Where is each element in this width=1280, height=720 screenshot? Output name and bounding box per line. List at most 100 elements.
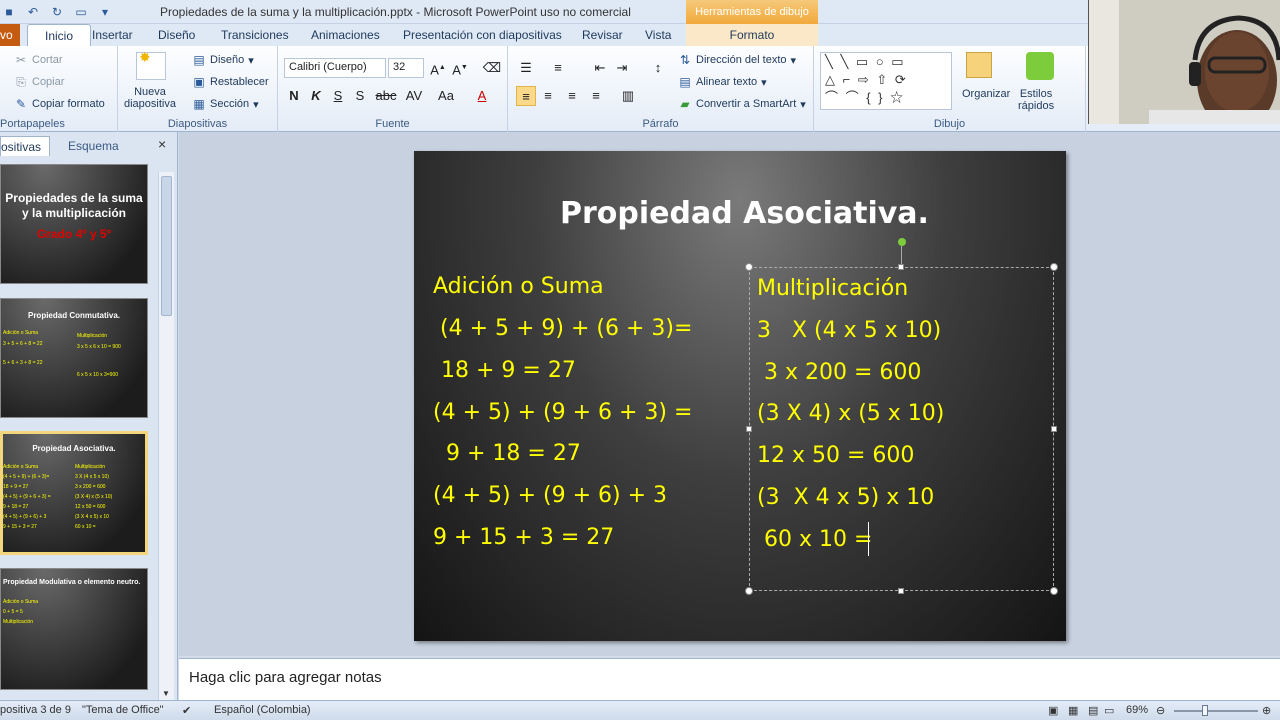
arrange-button[interactable]: Organizar bbox=[962, 88, 1010, 100]
tab-vista[interactable]: Vista bbox=[645, 28, 671, 42]
tab-diseno[interactable]: Diseño bbox=[158, 28, 195, 42]
right-col-line[interactable]: 3 X (4 x 5 x 10) bbox=[757, 318, 941, 343]
zoom-slider[interactable] bbox=[1174, 710, 1258, 712]
redo-icon[interactable]: ↻ bbox=[48, 3, 66, 21]
quick-styles-icon[interactable] bbox=[1026, 52, 1054, 80]
new-slide-button[interactable]: Nueva diapositiva bbox=[124, 86, 176, 110]
slide-title[interactable]: Propiedad Asociativa. bbox=[560, 196, 929, 231]
undo-icon[interactable]: ↶ bbox=[24, 3, 42, 21]
slide-thumbnail-2[interactable]: Propiedad Conmutativa. Adición o Suma 3 … bbox=[0, 298, 148, 418]
resize-handle-ne[interactable] bbox=[1050, 263, 1058, 271]
spellcheck-icon[interactable]: ✔ bbox=[182, 704, 191, 717]
format-painter-button[interactable]: ✎ Copiar formato bbox=[14, 97, 105, 111]
tab-animaciones[interactable]: Animaciones bbox=[311, 28, 380, 42]
resize-handle-e[interactable] bbox=[1051, 426, 1057, 432]
decrease-indent-icon[interactable]: ⇤ bbox=[590, 58, 610, 78]
clear-format-icon[interactable]: ⌫ bbox=[482, 58, 502, 78]
scroll-down-icon[interactable]: ▼ bbox=[162, 689, 170, 698]
slide-thumbnail-1[interactable]: Propiedades de la suma y la multiplicaci… bbox=[0, 164, 148, 284]
right-col-line[interactable]: (3 X 4 x 5) x 10 bbox=[757, 485, 934, 510]
align-left-icon[interactable]: ≡ bbox=[516, 86, 536, 106]
tab-diapositivas[interactable]: ositivas bbox=[0, 136, 50, 156]
tab-insertar[interactable]: Insertar bbox=[92, 28, 133, 42]
save-icon[interactable]: ■ bbox=[0, 3, 18, 21]
customize-qat-icon[interactable]: ▾ bbox=[96, 3, 114, 21]
slide-thumbnail-3[interactable]: Propiedad Asociativa. Adición o Suma (4 … bbox=[0, 431, 148, 555]
zoom-slider-thumb[interactable] bbox=[1202, 705, 1208, 716]
zoom-out-icon[interactable]: ⊖ bbox=[1156, 704, 1165, 717]
reading-view-icon[interactable]: ▤ bbox=[1088, 704, 1098, 717]
tab-transiciones[interactable]: Transiciones bbox=[221, 28, 289, 42]
left-col-line[interactable]: (4 + 5 + 9) + (6 + 3)= bbox=[440, 316, 692, 341]
font-size-combo[interactable]: 32 bbox=[388, 58, 424, 78]
panel-scrollbar[interactable]: ▼ bbox=[158, 172, 174, 700]
align-right-icon[interactable]: ≡ bbox=[562, 86, 582, 106]
resize-handle-sw[interactable] bbox=[745, 587, 753, 595]
left-col-line[interactable]: Adición o Suma bbox=[433, 274, 604, 299]
smartart-button[interactable]: ▰ Convertir a SmartArt ▾ bbox=[678, 97, 805, 111]
quick-styles-button[interactable]: Estilos rápidos bbox=[1018, 88, 1054, 112]
italic-icon[interactable]: K bbox=[306, 86, 326, 106]
tab-archivo[interactable]: vo bbox=[0, 24, 20, 46]
numbering-icon[interactable]: ≡ bbox=[548, 58, 568, 78]
close-panel-icon[interactable]: × bbox=[158, 136, 166, 152]
grow-font-icon[interactable]: A▲ bbox=[428, 58, 448, 78]
resize-handle-w[interactable] bbox=[746, 426, 752, 432]
cut-button[interactable]: ✂ Cortar bbox=[14, 53, 63, 67]
scroll-thumb[interactable] bbox=[161, 176, 172, 316]
bullets-icon[interactable]: ☰ bbox=[516, 58, 536, 78]
arrange-icon[interactable] bbox=[966, 52, 992, 78]
notes-pane[interactable]: Haga clic para agregar notas bbox=[179, 658, 1280, 700]
open-icon[interactable]: ▭ bbox=[72, 3, 90, 21]
section-button[interactable]: ▦ Sección ▾ bbox=[192, 97, 258, 111]
resize-handle-nw[interactable] bbox=[745, 263, 753, 271]
zoom-in-icon[interactable]: ⊕ bbox=[1262, 704, 1271, 717]
new-slide-icon[interactable]: ✸ bbox=[136, 49, 166, 80]
notes-placeholder[interactable]: Haga clic para agregar notas bbox=[189, 669, 382, 686]
spacing-icon[interactable]: AV bbox=[402, 86, 426, 106]
reset-button[interactable]: ▣ Restablecer bbox=[192, 75, 268, 89]
resize-handle-se[interactable] bbox=[1050, 587, 1058, 595]
right-col-line[interactable]: (3 X 4) x (5 x 10) bbox=[757, 401, 944, 426]
right-col-line[interactable]: Multiplicación bbox=[757, 276, 908, 301]
align-center-icon[interactable]: ≡ bbox=[538, 86, 558, 106]
left-col-line[interactable]: (4 + 5) + (9 + 6 + 3) = bbox=[433, 400, 692, 425]
shapes-gallery[interactable]: ╲ ╲ ▭ ○ ▭ △ ⌐ ⇨ ⇧ ⟳ ⌒ ⌒ { } ☆ bbox=[820, 52, 952, 110]
zoom-level[interactable]: 69% bbox=[1126, 704, 1148, 716]
theme-name[interactable]: "Tema de Office" bbox=[82, 704, 164, 716]
resize-handle-s[interactable] bbox=[898, 588, 904, 594]
text-direction-button[interactable]: ⇅ Dirección del texto ▾ bbox=[678, 53, 796, 67]
shrink-font-icon[interactable]: A▼ bbox=[450, 58, 470, 78]
columns-icon[interactable]: ▥ bbox=[618, 86, 638, 106]
shadow-icon[interactable]: S bbox=[350, 86, 370, 106]
strikethrough-icon[interactable]: abc bbox=[374, 86, 398, 106]
change-case-icon[interactable]: Aa bbox=[434, 86, 458, 106]
right-col-line[interactable]: 12 x 50 = 600 bbox=[757, 443, 914, 468]
tab-formato[interactable]: Formato bbox=[686, 24, 818, 47]
justify-icon[interactable]: ≡ bbox=[586, 86, 606, 106]
tab-esquema[interactable]: Esquema bbox=[68, 136, 119, 156]
tab-presentacion[interactable]: Presentación con diapositivas bbox=[403, 28, 562, 42]
font-color-icon[interactable]: A bbox=[472, 86, 492, 106]
language-indicator[interactable]: Español (Colombia) bbox=[214, 704, 311, 716]
normal-view-icon[interactable]: ▣ bbox=[1048, 704, 1058, 717]
line-spacing-icon[interactable]: ↕ bbox=[648, 58, 668, 78]
copy-button[interactable]: ⎘ Copiar bbox=[14, 75, 64, 89]
left-col-line[interactable]: 18 + 9 = 27 bbox=[441, 358, 576, 383]
right-col-line[interactable]: 60 x 10 = bbox=[764, 527, 872, 552]
font-name-combo[interactable]: Calibri (Cuerpo) bbox=[284, 58, 386, 78]
bold-icon[interactable]: N bbox=[284, 86, 304, 106]
left-col-line[interactable]: 9 + 15 + 3 = 27 bbox=[433, 525, 614, 550]
layout-button[interactable]: ▤ Diseño ▾ bbox=[192, 53, 253, 67]
left-col-line[interactable]: 9 + 18 = 27 bbox=[446, 441, 581, 466]
underline-icon[interactable]: S bbox=[328, 86, 348, 106]
tab-revisar[interactable]: Revisar bbox=[582, 28, 623, 42]
rotate-handle[interactable] bbox=[898, 238, 906, 246]
left-col-line[interactable]: (4 + 5) + (9 + 6) + 3 bbox=[433, 483, 667, 508]
resize-handle-n[interactable] bbox=[898, 264, 904, 270]
right-col-line[interactable]: 3 x 200 = 600 bbox=[764, 360, 921, 385]
tab-inicio[interactable]: Inicio bbox=[27, 24, 91, 47]
increase-indent-icon[interactable]: ⇥ bbox=[612, 58, 632, 78]
sorter-view-icon[interactable]: ▦ bbox=[1068, 704, 1078, 717]
slideshow-icon[interactable]: ▭ bbox=[1104, 704, 1114, 717]
